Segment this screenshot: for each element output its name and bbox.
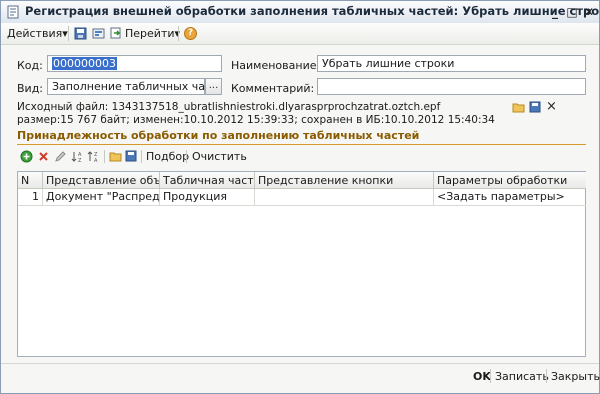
open-folder-icon[interactable] [512,101,525,113]
toolbar-separator [178,26,179,41]
footer-divider [1,363,599,364]
select-button[interactable]: Подбор [146,150,189,163]
row-button[interactable] [255,189,434,206]
section-divider [17,144,586,145]
help-label: ? [187,28,194,38]
add-row-icon[interactable] [20,150,33,163]
help-icon[interactable]: ? [184,27,197,40]
code-field[interactable]: 000000003 [47,55,222,72]
kind-field[interactable]: Заполнение табличных частей [47,78,205,95]
toolbar: Действия▾ Перейти▾ ? [1,23,599,45]
title-bar: Регистрация внешней обработки заполнения… [1,1,600,24]
name-label: Наименование: [231,59,321,72]
column-header-tabular-part[interactable]: Табличная часть [160,172,255,189]
sort-descending-icon[interactable]: Z A [87,150,100,163]
column-header-parameters[interactable]: Параметры обработки [434,172,586,189]
ok-button[interactable]: OK [473,370,491,383]
column-header-number[interactable]: N [18,172,43,189]
actions-menu[interactable]: Действия▾ [7,26,68,41]
chevron-down-icon: ▾ [62,27,68,40]
footer-separator [546,369,547,383]
column-header-button[interactable]: Представление кнопки [255,172,434,189]
name-field[interactable]: Убрать лишние строки [317,55,586,72]
kind-select-button[interactable]: ... [205,78,222,95]
goto-menu[interactable]: Перейти▾ [110,26,180,41]
document-icon [7,5,19,19]
save-file-icon[interactable] [125,150,137,162]
save-to-disk-icon[interactable] [74,27,87,40]
actions-menu-label: Действия [7,27,63,40]
code-value: 000000003 [52,57,117,70]
code-label: Код: [17,59,43,72]
row-tabular-part[interactable]: Продукция [160,189,255,206]
row-parameters[interactable]: <Задать параметры> [434,189,586,206]
close-window-button[interactable]: ✕ [581,4,597,20]
column-header-object[interactable]: Представление объе... [43,172,160,189]
dialog-window: Регистрация внешней обработки заполнения… [0,0,600,394]
footer-separator [490,369,491,383]
source-file-info: Исходный файл: 1343137518_ubratlishniest… [17,101,441,113]
file-size-info: размер:15 767 байт; изменен:10.10.2012 1… [17,114,495,126]
maximize-button[interactable]: □ [564,4,580,20]
svg-text:Z: Z [78,158,82,163]
delete-file-icon[interactable]: × [546,99,557,114]
save-file-icon[interactable] [529,101,541,113]
close-button[interactable]: Закрыть [551,370,600,383]
open-file-icon[interactable] [92,27,105,40]
toolbar-separator [186,150,187,163]
goto-menu-label: Перейти [125,27,175,40]
save-button[interactable]: Записать [495,370,549,383]
row-object[interactable]: Документ "Распредел... [43,189,160,206]
toolbar-separator [141,150,142,163]
goto-icon [110,27,121,39]
comment-label: Комментарий: [231,82,315,95]
sort-ascending-icon[interactable]: A Z [71,150,84,163]
clear-button[interactable]: Очистить [192,150,247,163]
row-number: 1 [18,189,43,206]
comment-field[interactable] [317,78,586,95]
toolbar-separator [68,26,69,41]
processing-table[interactable]: N Представление объе... Табличная часть … [17,171,586,357]
edit-row-icon[interactable] [54,150,67,163]
minimize-button[interactable]: _ [547,4,563,20]
window-title: Регистрация внешней обработки заполнения… [25,4,600,18]
toolbar-separator [104,150,105,163]
open-folder-icon[interactable] [109,150,122,162]
kind-label: Вид: [17,82,44,95]
section-title: Принадлежность обработки по заполнению т… [17,129,420,142]
svg-text:A: A [94,158,98,163]
delete-row-icon[interactable] [37,150,50,163]
